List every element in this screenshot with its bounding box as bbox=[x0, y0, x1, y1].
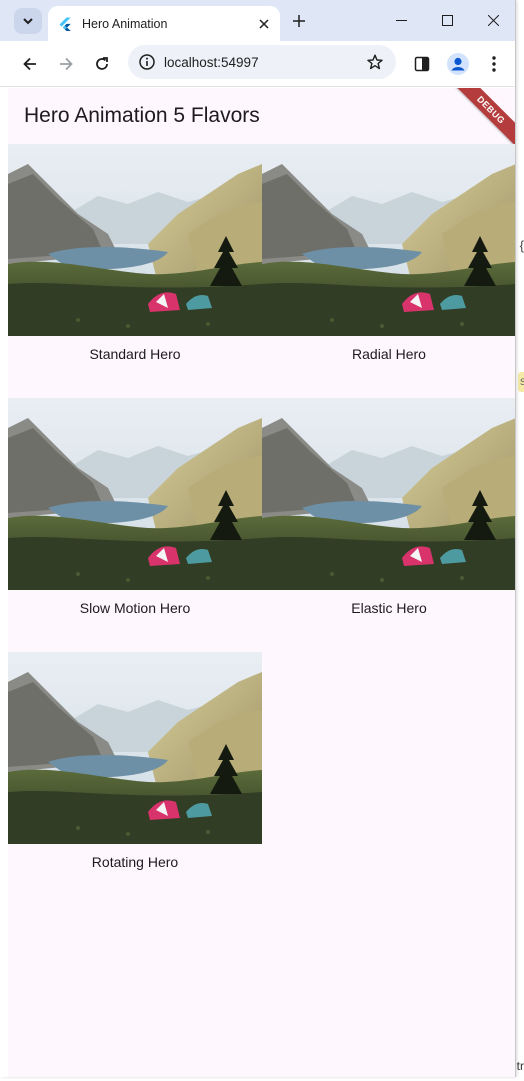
grid-item-standard-hero[interactable]: Standard Hero bbox=[8, 144, 262, 398]
item-label: Standard Hero bbox=[89, 346, 181, 362]
reload-icon bbox=[96, 57, 108, 70]
reload-button[interactable] bbox=[88, 50, 116, 78]
hero-image[interactable] bbox=[262, 144, 515, 336]
minimize-icon bbox=[395, 20, 407, 21]
more-vert-icon bbox=[492, 56, 496, 72]
close-icon bbox=[487, 15, 499, 26]
tab-search-button[interactable] bbox=[14, 8, 42, 34]
flutter-app: Hero Animation 5 Flavors DEBUG Standard … bbox=[8, 88, 515, 1077]
profile-icon bbox=[447, 53, 469, 75]
window-minimize-button[interactable] bbox=[378, 0, 424, 41]
grid-item-slow-motion-hero[interactable]: Slow Motion Hero bbox=[8, 398, 262, 652]
backdrop-text-bottom: tr bbox=[516, 1059, 524, 1073]
browser-menu-button[interactable] bbox=[480, 50, 508, 78]
forward-button[interactable] bbox=[52, 50, 80, 78]
grid-item-rotating-hero[interactable]: Rotating Hero bbox=[8, 652, 262, 906]
maximize-icon bbox=[441, 15, 453, 26]
arrow-right-icon bbox=[60, 57, 73, 71]
browser-window: Hero Animation localhost:54997 Hero Anim… bbox=[0, 0, 516, 1077]
tab-close-button[interactable] bbox=[254, 14, 274, 34]
bookmark-button[interactable] bbox=[360, 45, 390, 79]
plus-icon bbox=[293, 15, 305, 27]
item-label: Elastic Hero bbox=[351, 600, 427, 616]
new-tab-button[interactable] bbox=[288, 10, 310, 32]
item-label: Radial Hero bbox=[352, 346, 426, 362]
hero-image[interactable] bbox=[8, 144, 262, 336]
chevron-down-icon bbox=[23, 18, 33, 25]
hero-image[interactable] bbox=[8, 398, 262, 590]
window-close-button[interactable] bbox=[470, 0, 515, 41]
flutter-icon bbox=[59, 17, 71, 31]
profile-button[interactable] bbox=[444, 50, 472, 78]
star-icon bbox=[367, 54, 383, 70]
page-title: Hero Animation 5 Flavors bbox=[24, 104, 260, 127]
hero-image[interactable] bbox=[8, 652, 262, 844]
browser-tab[interactable]: Hero Animation bbox=[48, 6, 280, 41]
side-panel-button[interactable] bbox=[408, 50, 436, 78]
site-info-button[interactable] bbox=[132, 45, 162, 79]
item-label: Rotating Hero bbox=[91, 854, 179, 870]
backdrop-chip: S bbox=[518, 372, 524, 392]
browser-toolbar: localhost:54997 bbox=[0, 41, 515, 87]
address-bar[interactable]: localhost:54997 bbox=[128, 45, 396, 79]
close-icon bbox=[259, 18, 269, 29]
side-panel-icon bbox=[414, 56, 430, 72]
hero-image[interactable] bbox=[262, 398, 515, 590]
grid-item-radial-hero[interactable]: Radial Hero bbox=[262, 144, 515, 398]
info-icon bbox=[139, 54, 155, 70]
window-maximize-button[interactable] bbox=[424, 0, 470, 41]
item-label: Slow Motion Hero bbox=[79, 600, 191, 616]
tab-title: Hero Animation bbox=[82, 16, 168, 31]
tab-strip: Hero Animation bbox=[0, 0, 515, 41]
app-bar: Hero Animation 5 Flavors bbox=[8, 88, 515, 144]
url-text: localhost:54997 bbox=[164, 54, 259, 70]
arrow-left-icon bbox=[23, 57, 36, 71]
back-button[interactable] bbox=[16, 50, 44, 78]
backdrop-text-right: { bbox=[519, 238, 524, 253]
grid-item-elastic-hero[interactable]: Elastic Hero bbox=[262, 398, 515, 652]
